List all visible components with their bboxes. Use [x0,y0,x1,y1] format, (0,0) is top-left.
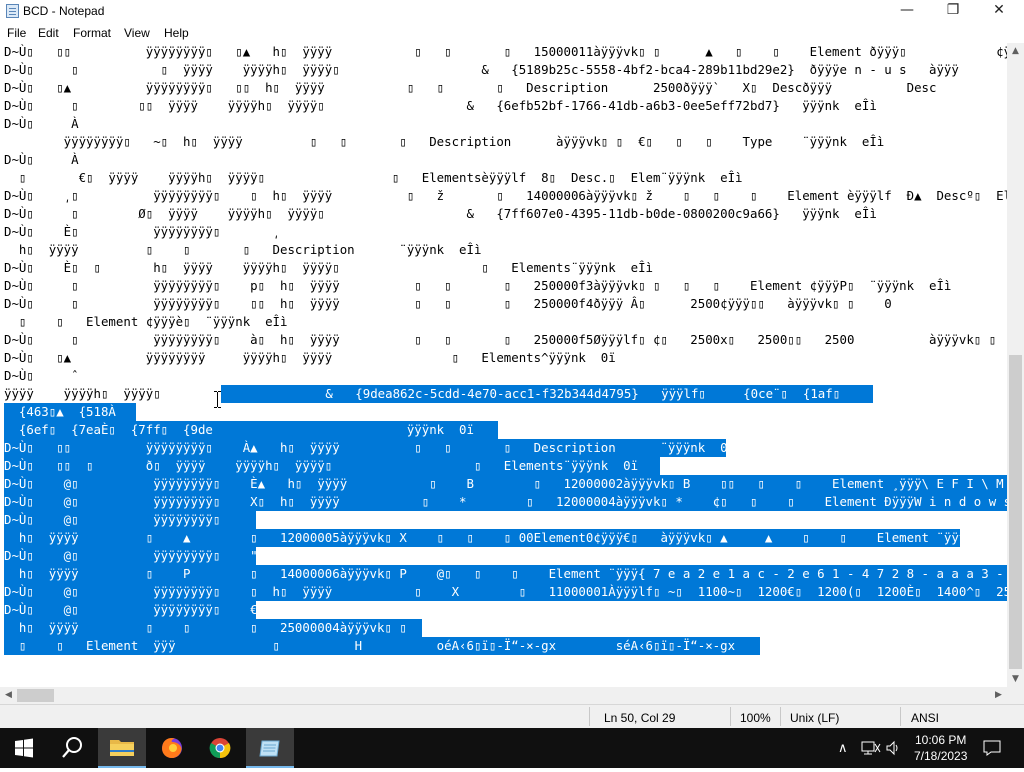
status-divider [730,707,731,726]
windows-logo-icon [15,738,33,758]
menu-edit[interactable]: Edit [38,26,59,40]
selected-text: h▯ ÿÿÿÿ ▯ ▲ ▯ 12000005àÿÿÿvk▯ X ▯ ▯ ▯ 00… [4,530,1007,545]
horizontal-scroll-thumb[interactable] [17,689,54,702]
menu-view[interactable]: View [124,26,150,40]
menu-help[interactable]: Help [164,26,189,40]
horizontal-scrollbar[interactable] [0,687,1007,704]
selected-text: ▯ ▯ Element ÿÿÿ ▯ H oéA‹6▯ï▯-Ï“-×-gx séA… [4,638,900,653]
scrollbar-corner [1007,687,1024,704]
selected-text: D~Ù▯ @▯ ÿÿÿÿÿÿÿÿ▯ ▯ h▯ ÿÿÿÿ ▯ X ▯ 110000… [4,584,1007,599]
close-button[interactable]: ✕ [976,0,1022,23]
zoom-level: 100% [740,711,771,725]
folder-icon [110,740,134,756]
text-line: ÿÿÿÿ ÿÿÿÿh▯ ÿÿÿÿ▯ [4,386,161,401]
notepad-taskbar-button[interactable] [246,728,294,768]
status-divider [589,707,590,726]
search-icon [62,737,82,758]
text-line: ▯ €▯ ÿÿÿÿ ÿÿÿÿh▯ ÿÿÿÿ▯ ▯ Elementsèÿÿÿlf … [4,170,743,185]
cursor-position: Ln 50, Col 29 [604,711,676,725]
scroll-down-arrow-icon[interactable]: ▼ [1007,674,1024,684]
text-line: D~Ù▯ ▯▲ ÿÿÿÿÿÿÿÿ ÿÿÿÿh▯ ÿÿÿÿ ▯ Elements^… [4,350,616,365]
maximize-button[interactable]: ❐ [930,0,976,23]
selected-text: h▯ ÿÿÿÿ ▯ ▯ ▯ 25000004àÿÿÿvk▯ ▯ P [4,620,437,635]
text-line: h▯ ÿÿÿÿ ▯ ▯ ▯ Description ¨ÿÿÿnk eÎì [4,242,482,257]
file-explorer-taskbar-button[interactable] [98,728,146,768]
scroll-left-arrow-icon[interactable]: ◀ [0,690,17,700]
selected-text: D~Ù▯ @▯ ÿÿÿÿÿÿÿÿ▯ X▯ h▯ ÿÿÿÿ ▯ * ▯ 12000… [4,494,1007,509]
text-line: D~Ù▯ ▯ ▯▯ ÿÿÿÿ ÿÿÿÿh▯ ÿÿÿÿ▯ & {6efb52bf-… [4,98,877,113]
text-line: D~Ù▯ ▯ ÿÿÿÿÿÿÿÿ▯ p▯ h▯ ÿÿÿÿ ▯ ▯ ▯ 250000… [4,278,952,293]
clock-time[interactable]: 10:06 PM [915,733,966,747]
action-center-icon[interactable] [983,740,1001,756]
text-line: D~Ù▯ ▯ Ø▯ ÿÿÿÿ ÿÿÿÿh▯ ÿÿÿÿ▯ & {7ff607e0-… [4,206,877,221]
taskbar: ∧ 10:06 PM 7/18/2023 [0,728,1024,768]
text-editor[interactable]: D~Ù▯ ▯▯ ÿÿÿÿÿÿÿÿ▯ ▯▲ h▯ ÿÿÿÿ ▯ ▯ ▯ 15000… [0,43,1007,687]
selected-text: D~Ù▯ ▯▯ ÿÿÿÿÿÿÿÿ▯ À▲ h▯ ÿÿÿÿ ▯ ▯ ▯ Descr… [4,440,736,455]
text-line: D~Ù▯ È▯ ▯ h▯ ÿÿÿÿ ÿÿÿÿh▯ ÿÿÿÿ▯ ▯ Element… [4,260,654,275]
selected-text: {6ef▯ {7eaÈ▯ {7ff▯ {9de ÿÿÿnk 0ï [4,422,474,437]
window-title: BCD - Notepad [23,4,105,18]
title-bar: BCD - Notepad — ❐ ✕ [0,0,1024,23]
text-line: D~Ù▯ ▯ ÿÿÿÿÿÿÿÿ▯ ▯▯ h▯ ÿÿÿÿ ▯ ▯ ▯ 250000… [4,296,892,311]
clock-date[interactable]: 7/18/2023 [914,749,967,763]
selected-text: & {9dea862c-5cdd-4e70-acc1-f32b344d4795}… [221,386,841,401]
scroll-right-arrow-icon[interactable]: ▶ [990,690,1007,700]
text-cursor-icon [214,391,221,408]
selected-text: D~Ù▯ @▯ ÿÿÿÿÿÿÿÿ▯ È▲ h▯ ÿÿÿÿ ▯ B ▯ 12000… [4,476,1007,491]
notepad-app-icon [6,4,19,18]
selected-text: D~Ù▯ @▯ ÿÿÿÿÿÿÿÿ▯ € [4,602,258,617]
selected-text: D~Ù▯ @▯ ÿÿÿÿÿÿÿÿ▯ " [4,548,258,563]
firefox-icon [162,738,182,758]
network-icon[interactable] [860,740,882,756]
selected-text: D~Ù▯ @▯ ÿÿÿÿÿÿÿÿ▯ [4,512,221,527]
selected-text: h▯ ÿÿÿÿ ▯ P ▯ 14000006àÿÿÿvk▯ P @▯ ▯ ▯ E… [4,566,1007,581]
text-line: D~Ù▯ ▯ ÿÿÿÿÿÿÿÿ▯ à▯ h▯ ÿÿÿÿ ▯ ▯ ▯ 250000… [4,332,1007,347]
text-line: D~Ù▯ È▯ ÿÿÿÿÿÿÿÿ▯ ͵ [4,224,281,239]
text-line: D~Ù▯ À [4,116,79,131]
status-divider [780,707,781,726]
text-line: D~Ù▯ ▯ ▯ ÿÿÿÿ ÿÿÿÿh▯ ÿÿÿÿ▯ & {5189b25c-5… [4,62,959,77]
text-line: D~Ù▯ ▯▯ ÿÿÿÿÿÿÿÿ▯ ▯▲ h▯ ÿÿÿÿ ▯ ▯ ▯ 15000… [4,44,1007,59]
scroll-up-arrow-icon[interactable]: ▲ [1007,46,1024,56]
text-line: D~Ù▯ ˆ [4,368,79,383]
chrome-taskbar-button[interactable] [196,728,244,768]
chrome-icon [209,738,231,759]
menu-format[interactable]: Format [73,26,111,40]
vertical-scroll-thumb[interactable] [1009,355,1022,669]
firefox-taskbar-button[interactable] [148,728,196,768]
status-bar: Ln 50, Col 29 100% Unix (LF) ANSI [0,704,1024,728]
status-divider [900,707,901,726]
start-button[interactable] [0,728,48,768]
text-line: D~Ù▯ ͵▯ ÿÿÿÿÿÿÿÿ▯ ▯ h▯ ÿÿÿÿ ▯ ž ▯ 140000… [4,188,1007,203]
encoding: ANSI [911,711,940,725]
text-line: ÿÿÿÿÿÿÿÿ▯ ~▯ h▯ ÿÿÿÿ ▯ ▯ ▯ Description à… [4,134,885,149]
menu-bar: File Edit Format View Help [0,23,1024,43]
selected-text: {463▯▲ {518À [4,404,116,419]
notepad-icon [259,740,280,757]
text-line: D~Ù▯ À [4,152,79,167]
menu-file[interactable]: File [7,26,26,40]
line-ending: Unix (LF) [790,711,840,725]
text-line: D~Ù▯ ▯▲ ÿÿÿÿÿÿÿÿ▯ ▯▯ h▯ ÿÿÿÿ ▯ ▯ ▯ Descr… [4,80,937,95]
minimize-button[interactable]: — [884,0,930,23]
search-button[interactable] [48,728,96,768]
volume-icon[interactable] [885,740,903,756]
show-hidden-icons-chevron-icon[interactable]: ∧ [838,740,848,756]
text-line: ▯ ▯ Element ¢ÿÿÿè▯ ¨ÿÿÿnk eÎì [4,314,288,329]
selected-text: D~Ù▯ ▯▯ ▯ ð▯ ÿÿÿÿ ÿÿÿÿh▯ ÿÿÿÿ▯ ▯ Element… [4,458,639,473]
